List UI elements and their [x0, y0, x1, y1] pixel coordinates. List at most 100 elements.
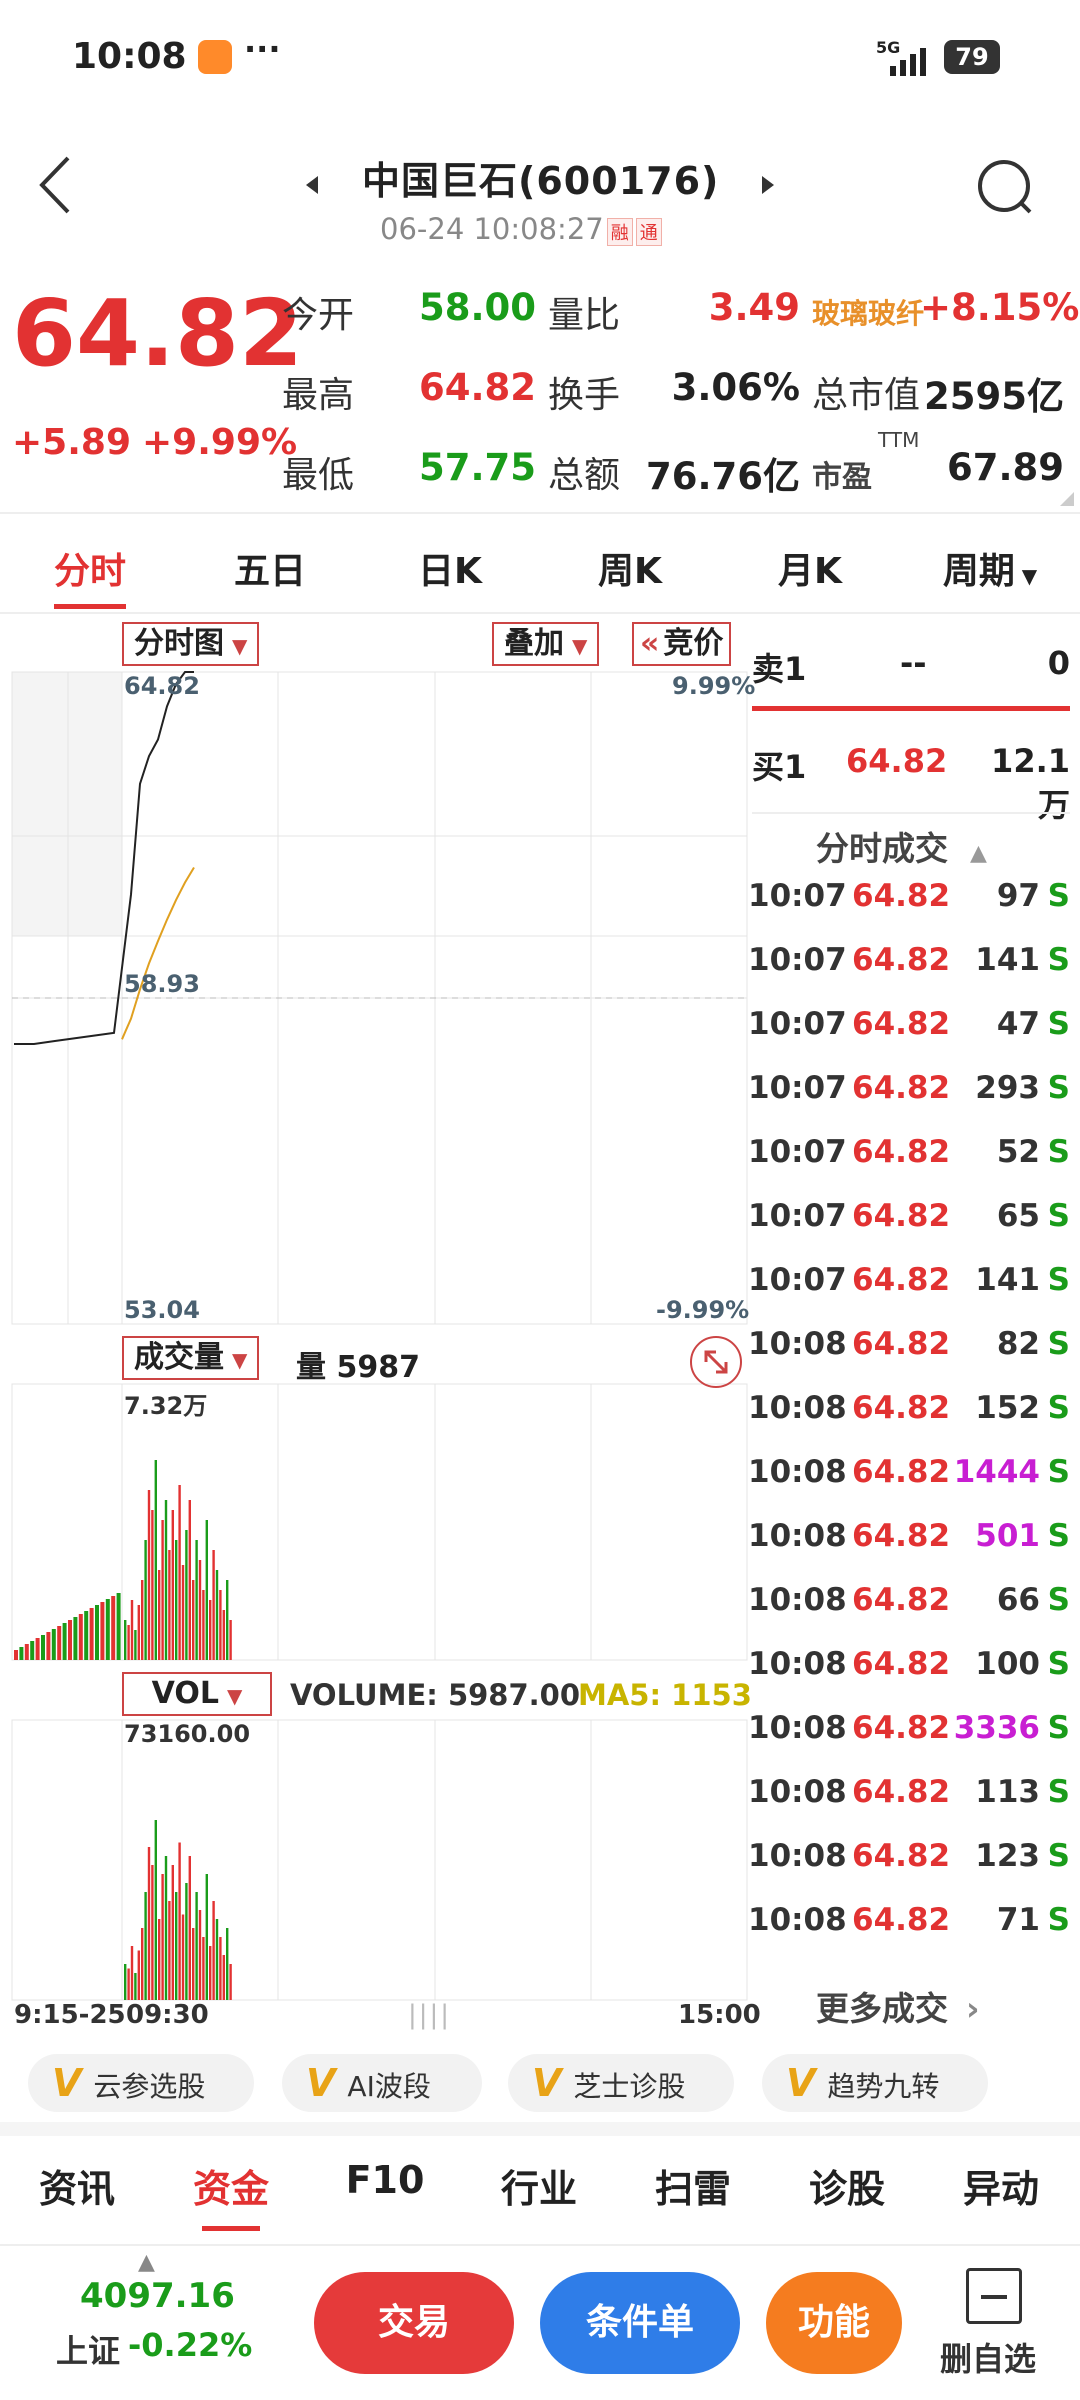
- auction-volume-bar: [62, 1623, 67, 1660]
- search-icon[interactable]: [976, 158, 1036, 218]
- tab-anomaly[interactable]: 异动: [924, 2158, 1078, 2213]
- volume-bar: [137, 1605, 140, 1660]
- trade-row: 10:07 64.82 47 S: [748, 1006, 1070, 1070]
- trade-row: 10:08 64.82 3336 S: [748, 1710, 1070, 1774]
- volume-bar: [205, 1520, 208, 1660]
- tab-news[interactable]: 资讯: [0, 2158, 154, 2213]
- trade-row: 10:07 64.82 293 S: [748, 1070, 1070, 1134]
- trade-time: 10:08: [748, 1710, 847, 1746]
- auction-volume-bar: [41, 1635, 45, 1660]
- function-button[interactable]: 功能: [766, 2272, 902, 2374]
- tab-industry[interactable]: 行业: [462, 2158, 616, 2213]
- tab-f10[interactable]: F10: [308, 2158, 462, 2202]
- status-bar: 10:08 ··· 5G 79: [0, 0, 1080, 120]
- intraday-chart: [11, 671, 748, 2001]
- volume-dropdown[interactable]: 成交量 ▼: [122, 1336, 260, 1380]
- trade-price: 64.82: [852, 1070, 951, 1106]
- back-icon[interactable]: [36, 150, 76, 220]
- tab-risk-scan[interactable]: 扫雷: [616, 2158, 770, 2213]
- pe-value: 67.89: [946, 446, 1064, 489]
- remove-watchlist-icon[interactable]: [966, 2268, 1022, 2324]
- trade-button[interactable]: 交易: [314, 2272, 514, 2374]
- signal-icon: [880, 48, 930, 76]
- quote-datetime: 06-24 10:08:27 融通: [380, 212, 662, 246]
- feature-chip-label: 趋势九转: [827, 2070, 940, 2103]
- double-chevron-left-icon: «: [640, 626, 660, 661]
- feature-chip-cloud-pick[interactable]: V 云参选股: [28, 2054, 254, 2112]
- expand-corner-icon[interactable]: [1060, 492, 1074, 506]
- overlay-dropdown[interactable]: 叠加 ▼: [492, 622, 600, 666]
- stock-name: 中国巨石(600176): [362, 159, 720, 203]
- trade-volume: 141: [975, 1262, 1040, 1298]
- vol-indicator-bar: [161, 1874, 164, 2000]
- turnover-label: 换手: [548, 375, 621, 416]
- caret-down-icon: ▼: [1014, 564, 1038, 588]
- connect-tag: 通: [635, 218, 662, 246]
- auction-toggle[interactable]: «竞价: [632, 622, 732, 666]
- auction-volume-bar: [30, 1641, 35, 1660]
- vol-indicator-bar: [144, 1892, 147, 2000]
- trade-volume: 97: [996, 878, 1040, 914]
- trade-time: 10:08: [748, 1646, 847, 1682]
- vol-indicator-readout: VOLUME: 5987.00: [290, 1678, 581, 1712]
- trade-volume: 501: [975, 1518, 1040, 1554]
- more-trades-link[interactable]: 更多成交 ›: [816, 1982, 980, 2030]
- auction-volume-bar: [105, 1599, 110, 1660]
- time-axis-start: 9:15-25: [14, 2000, 126, 2030]
- low-label: 最低: [282, 455, 355, 496]
- drag-handle-icon[interactable]: ||||: [408, 2000, 451, 2030]
- auction-volume-bar: [73, 1617, 78, 1660]
- tab-intraday[interactable]: 分时: [0, 542, 180, 594]
- volume-bar: [229, 1620, 232, 1660]
- index-change: -0.22%: [128, 2326, 253, 2364]
- tab-weekly-k[interactable]: 周K: [540, 542, 720, 594]
- tab-five-day[interactable]: 五日: [180, 542, 360, 594]
- sector-label[interactable]: 玻璃玻纤: [812, 292, 924, 332]
- trade-volume: 82: [996, 1326, 1040, 1362]
- tab-period[interactable]: 周期 ▼: [900, 542, 1080, 594]
- vol-indicator-bar: [164, 1856, 168, 2000]
- conditional-order-button[interactable]: 条件单: [540, 2272, 740, 2374]
- ask-bid-divider: [752, 706, 1070, 711]
- chevron-right-icon: ›: [966, 1989, 980, 2028]
- trade-row: 10:08 64.82 66 S: [748, 1582, 1070, 1646]
- amount-value: 76.76亿: [645, 455, 800, 498]
- price-axis-bottom: 53.04: [124, 1296, 200, 1324]
- tab-funds[interactable]: 资金: [154, 2158, 308, 2213]
- tab-active-underline: [54, 604, 126, 609]
- app-notification-icon: [198, 40, 232, 74]
- trades-header[interactable]: 分时成交 ▲: [816, 822, 987, 870]
- tab-diagnose[interactable]: 诊股: [770, 2158, 924, 2213]
- chart-type-dropdown[interactable]: 分时图 ▼: [122, 622, 260, 666]
- auction-volume-bar: [84, 1611, 89, 1660]
- volume-bar: [222, 1610, 225, 1660]
- trade-volume: 3336: [953, 1710, 1040, 1746]
- trade-row: 10:08 64.82 113 S: [748, 1774, 1070, 1838]
- trade-price: 64.82: [852, 1774, 951, 1810]
- prev-stock-icon[interactable]: [302, 170, 322, 200]
- chart-type-label: 分时图: [134, 626, 224, 661]
- auction-volume-bar: [57, 1626, 62, 1660]
- vol-indicator-bar: [137, 1950, 140, 2000]
- tab-monthly-k[interactable]: 月K: [720, 542, 900, 594]
- feature-chip-diagnosis[interactable]: V 芝士诊股: [508, 2054, 734, 2112]
- volume-bar: [185, 1530, 188, 1660]
- volume-bar: [178, 1485, 181, 1660]
- fullscreen-icon[interactable]: [690, 1336, 742, 1388]
- indicator-dropdown[interactable]: VOL ▼: [122, 1672, 272, 1716]
- last-price: 64.82: [12, 280, 304, 387]
- vol-indicator-bar: [222, 1955, 225, 2000]
- index-value[interactable]: 4097.16: [80, 2276, 235, 2316]
- tab-daily-k[interactable]: 日K: [360, 542, 540, 594]
- volume-bar: [175, 1540, 178, 1660]
- next-stock-icon[interactable]: [758, 170, 778, 200]
- feature-chip-ai-band[interactable]: V AI波段: [282, 2054, 482, 2112]
- pe-label: 市盈: [812, 460, 872, 495]
- mktcap-label: 总市值: [812, 375, 921, 416]
- volume-readout: 量 5987: [296, 1350, 420, 1385]
- trade-row: 10:08 64.82 82 S: [748, 1326, 1070, 1390]
- feature-chip-trend-nine[interactable]: V 趋势九转: [762, 2054, 988, 2112]
- trade-row: 10:07 64.82 97 S: [748, 878, 1070, 942]
- high-value: 64.82: [418, 366, 536, 409]
- remove-watchlist-label[interactable]: 删自选: [940, 2334, 1036, 2380]
